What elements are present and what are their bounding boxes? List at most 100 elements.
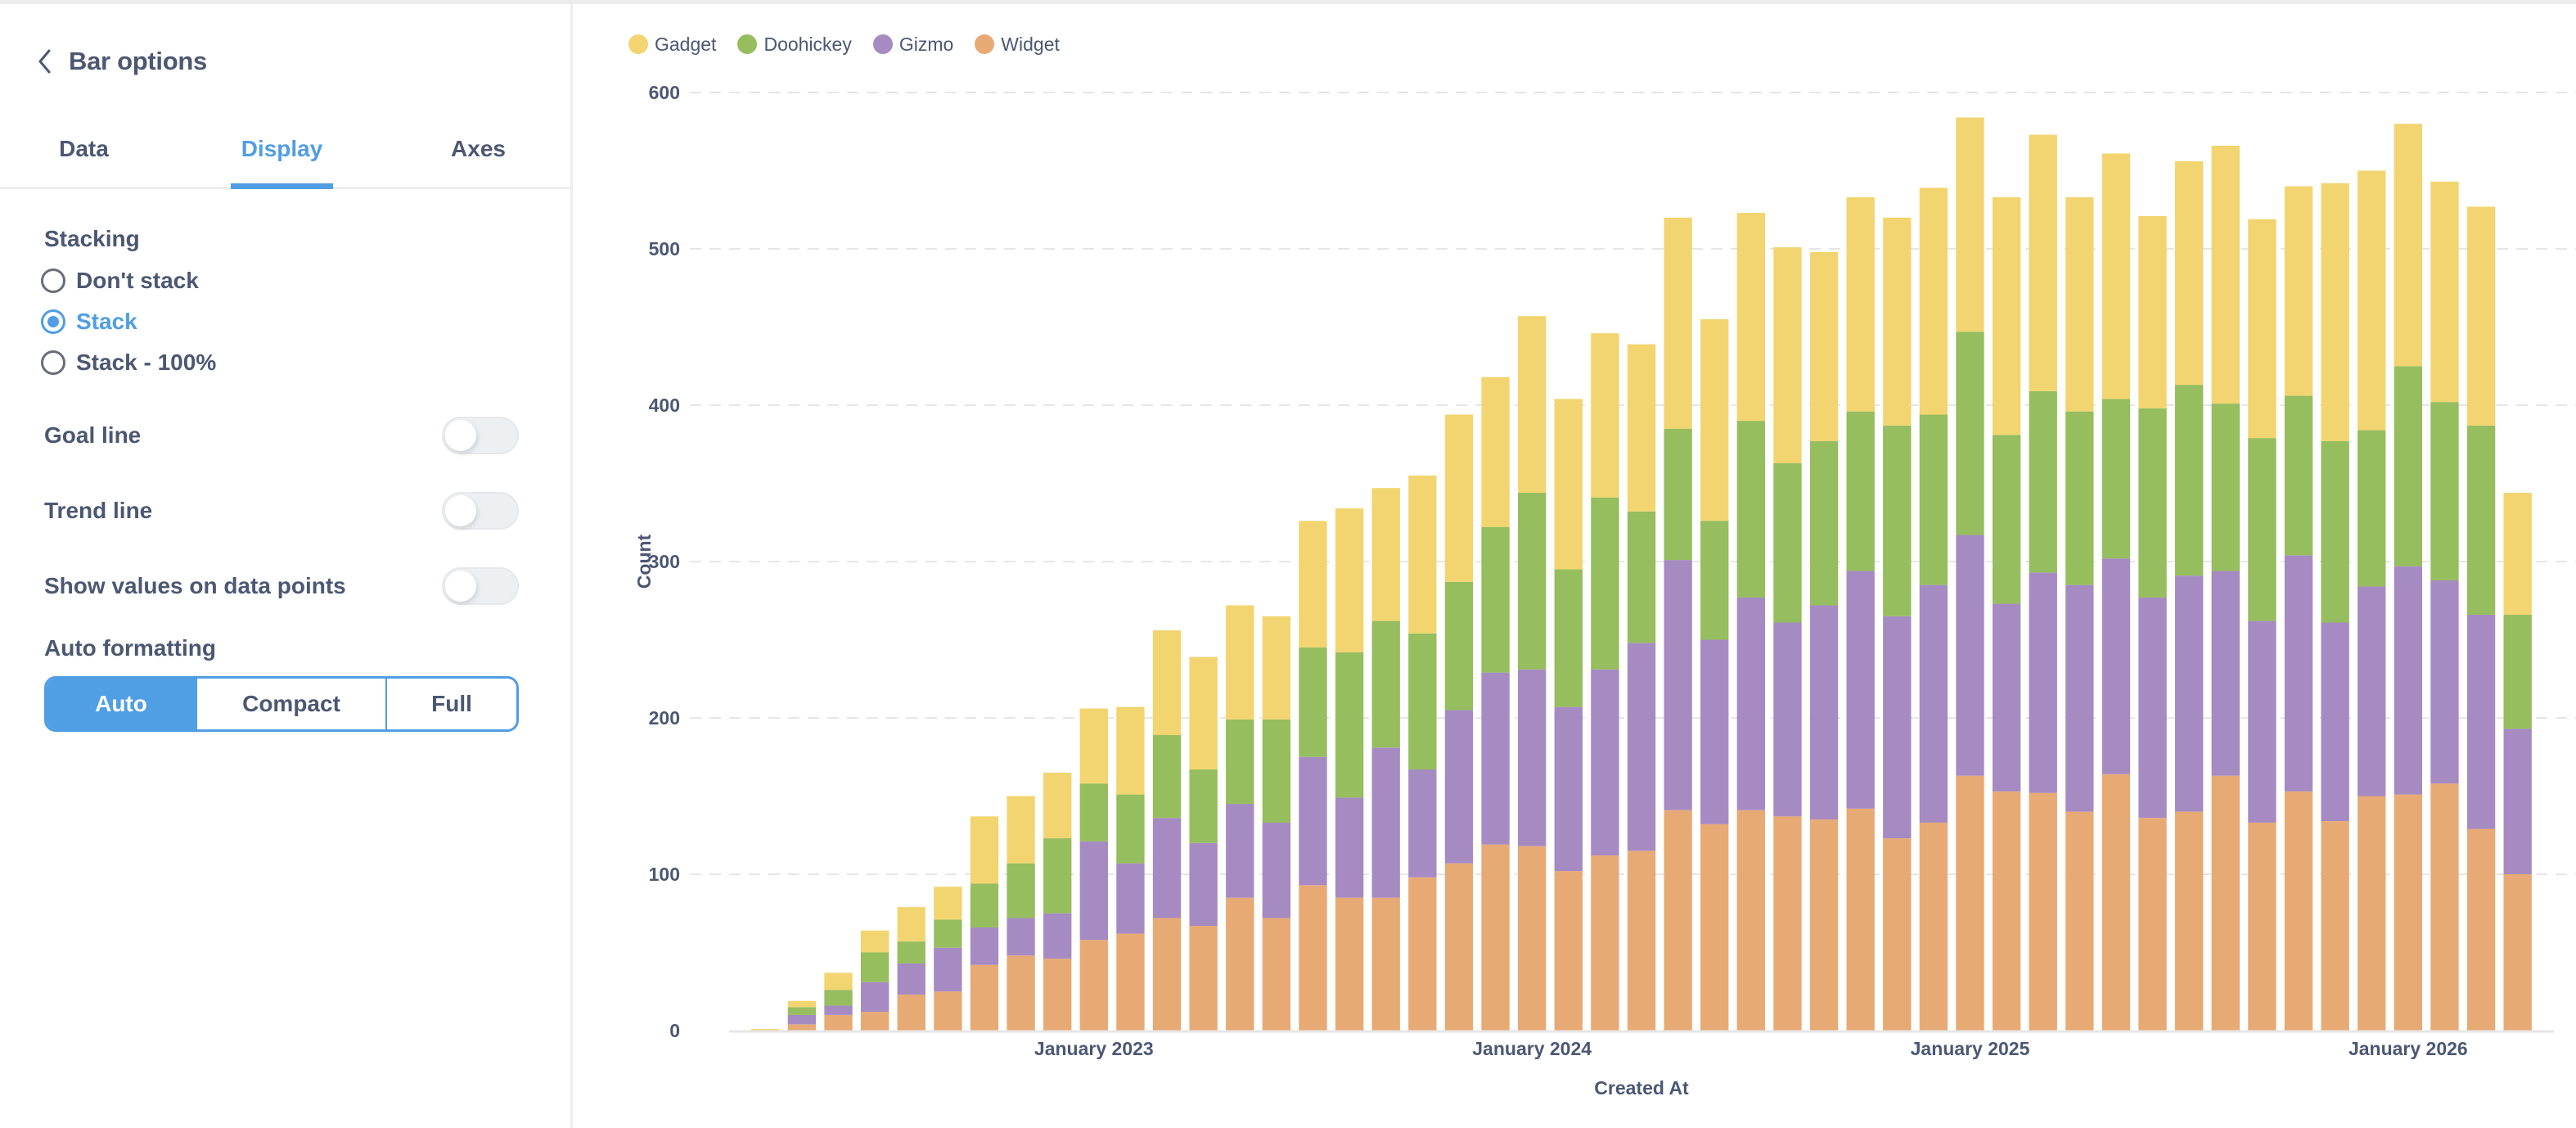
bar-segment-gadget: [2211, 145, 2240, 404]
bar-segment-doohickey: [1517, 492, 1547, 670]
bar-segment-doohickey: [860, 952, 889, 982]
bar-segment-gizmo: [824, 1005, 853, 1015]
bar-segment-widget: [1700, 823, 1729, 1031]
bar-segment-widget: [1116, 933, 1145, 1031]
bar-segment-gizmo: [2394, 566, 2423, 795]
radio-unchecked-icon: [41, 268, 65, 293]
bar-segment-doohickey: [1408, 633, 1437, 770]
bar-segment-gadget: [1517, 316, 1547, 493]
bar-stack: [1262, 616, 1291, 1031]
bar-segment-gizmo: [1883, 616, 1912, 839]
tab-data[interactable]: Data: [33, 111, 135, 187]
bar-segment-widget: [2101, 774, 2131, 1031]
bar-segment-widget: [2394, 794, 2423, 1031]
y-tick-label: 600: [649, 82, 680, 103]
bar-stack: [1809, 251, 1839, 1031]
bar-segment-gadget: [1371, 488, 1400, 621]
bar-segment-widget: [2284, 791, 2313, 1031]
bar-segment-gizmo: [1007, 918, 1035, 956]
bar-segment-gizmo: [2430, 580, 2459, 784]
bar-segment-widget: [1152, 918, 1182, 1031]
bar-segment-doohickey: [2101, 399, 2131, 559]
bar-segment-widget: [1079, 940, 1108, 1031]
bar-segment-gadget: [1152, 630, 1182, 736]
bar-segment-gizmo: [1809, 605, 1839, 820]
bar-segment-doohickey: [934, 919, 962, 948]
bar-stack: [1700, 318, 1729, 1031]
goal-line-label: Goal line: [44, 422, 142, 448]
radio-stack[interactable]: Stack: [41, 305, 137, 338]
bar-segment-doohickey: [1846, 411, 1875, 571]
bar-segment-widget: [787, 1024, 817, 1031]
bar-stack: [2101, 153, 2131, 1031]
bar-segment-doohickey: [787, 1007, 817, 1015]
goal-line-toggle[interactable]: [442, 417, 519, 454]
bar-stack: [2358, 170, 2386, 1031]
format-auto-button[interactable]: Auto: [47, 679, 196, 729]
radio-stack-100[interactable]: Stack - 100%: [41, 346, 216, 379]
bar-stack: [2211, 145, 2240, 1031]
show-values-toggle[interactable]: [442, 567, 519, 605]
bar-segment-gizmo: [1846, 571, 1875, 809]
bar-segment-doohickey: [1554, 569, 1583, 707]
radio-checked-icon: [41, 309, 65, 334]
x-tick-label: January 2026: [2349, 1038, 2468, 1059]
bar-segment-gizmo: [897, 963, 925, 995]
bar-stack: [1152, 630, 1182, 1031]
bar-segment-gizmo: [2358, 586, 2386, 796]
x-axis-ticks: January 2023 January 2024 January 2025 Janu…: [1034, 1038, 2468, 1059]
bar-stack: [1627, 344, 1656, 1031]
bar-stack: [1883, 217, 1912, 1031]
auto-formatting-segmented-control: Auto Compact Full: [44, 676, 519, 732]
bar-segment-doohickey: [1226, 719, 1254, 805]
bar-segment-gadget: [2248, 219, 2277, 439]
bar-segment-gadget: [1809, 251, 1839, 441]
back-button[interactable]: Bar options: [33, 43, 207, 79]
bar-segment-gizmo: [1517, 669, 1547, 846]
bar-segment-widget: [1956, 775, 1984, 1031]
bar-stack: [2430, 181, 2459, 1031]
tab-display[interactable]: Display: [231, 111, 333, 189]
bar-segment-gadget: [1883, 217, 1912, 426]
bar-segment-gizmo: [1664, 560, 1692, 810]
radio-label: Stack - 100%: [76, 350, 217, 375]
bar-stack: [787, 1000, 817, 1031]
bar-stack: [1371, 488, 1400, 1031]
trend-line-toggle[interactable]: [442, 492, 519, 530]
radio-label: Stack: [76, 309, 137, 334]
bar-segment-gizmo: [1700, 639, 1729, 824]
bar-segment-gadget: [1226, 605, 1254, 720]
format-compact-button[interactable]: Compact: [196, 679, 385, 729]
format-full-button[interactable]: Full: [385, 679, 516, 729]
bar-segment-doohickey: [1883, 425, 1912, 616]
x-tick-label: January 2023: [1034, 1038, 1154, 1059]
bar-segment-widget: [1664, 810, 1692, 1031]
bar-segment-gizmo: [1956, 535, 1984, 776]
radio-dont-stack[interactable]: Don't stack: [41, 264, 199, 297]
toggle-knob: [445, 420, 476, 451]
bar-segment-gizmo: [1773, 622, 1802, 817]
bar-segment-gadget: [2430, 181, 2459, 403]
bar-segment-doohickey: [1262, 719, 1291, 823]
bar-segment-widget: [1371, 897, 1400, 1031]
bar-segment-gizmo: [1226, 804, 1254, 898]
goal-line-row: Goal line: [44, 416, 519, 455]
x-axis-title: Created At: [1594, 1077, 1689, 1099]
radio-unchecked-icon: [41, 350, 65, 375]
bar-segment-doohickey: [1481, 526, 1510, 673]
bar-stack: [1992, 196, 2021, 1031]
bar-segment-gizmo: [970, 927, 999, 965]
tab-axes[interactable]: Axes: [427, 111, 529, 187]
bar-segment-gizmo: [2211, 571, 2240, 776]
bar-segment-gadget: [1554, 399, 1583, 570]
bar-stack: [1335, 508, 1364, 1031]
bar-segment-gadget: [1079, 708, 1108, 784]
bar-segment-doohickey: [1335, 652, 1364, 798]
bar-segment-gadget: [2065, 196, 2094, 412]
bar-stack: [934, 887, 962, 1031]
bar-segment-gadget: [1736, 213, 1766, 422]
bar-segment-widget: [2358, 796, 2386, 1031]
stacked-bar-chart: 0100200300400500600 January 2023 January …: [633, 82, 2576, 1099]
bar-segment-gizmo: [1736, 597, 1766, 810]
bar-segment-widget: [1007, 955, 1035, 1031]
